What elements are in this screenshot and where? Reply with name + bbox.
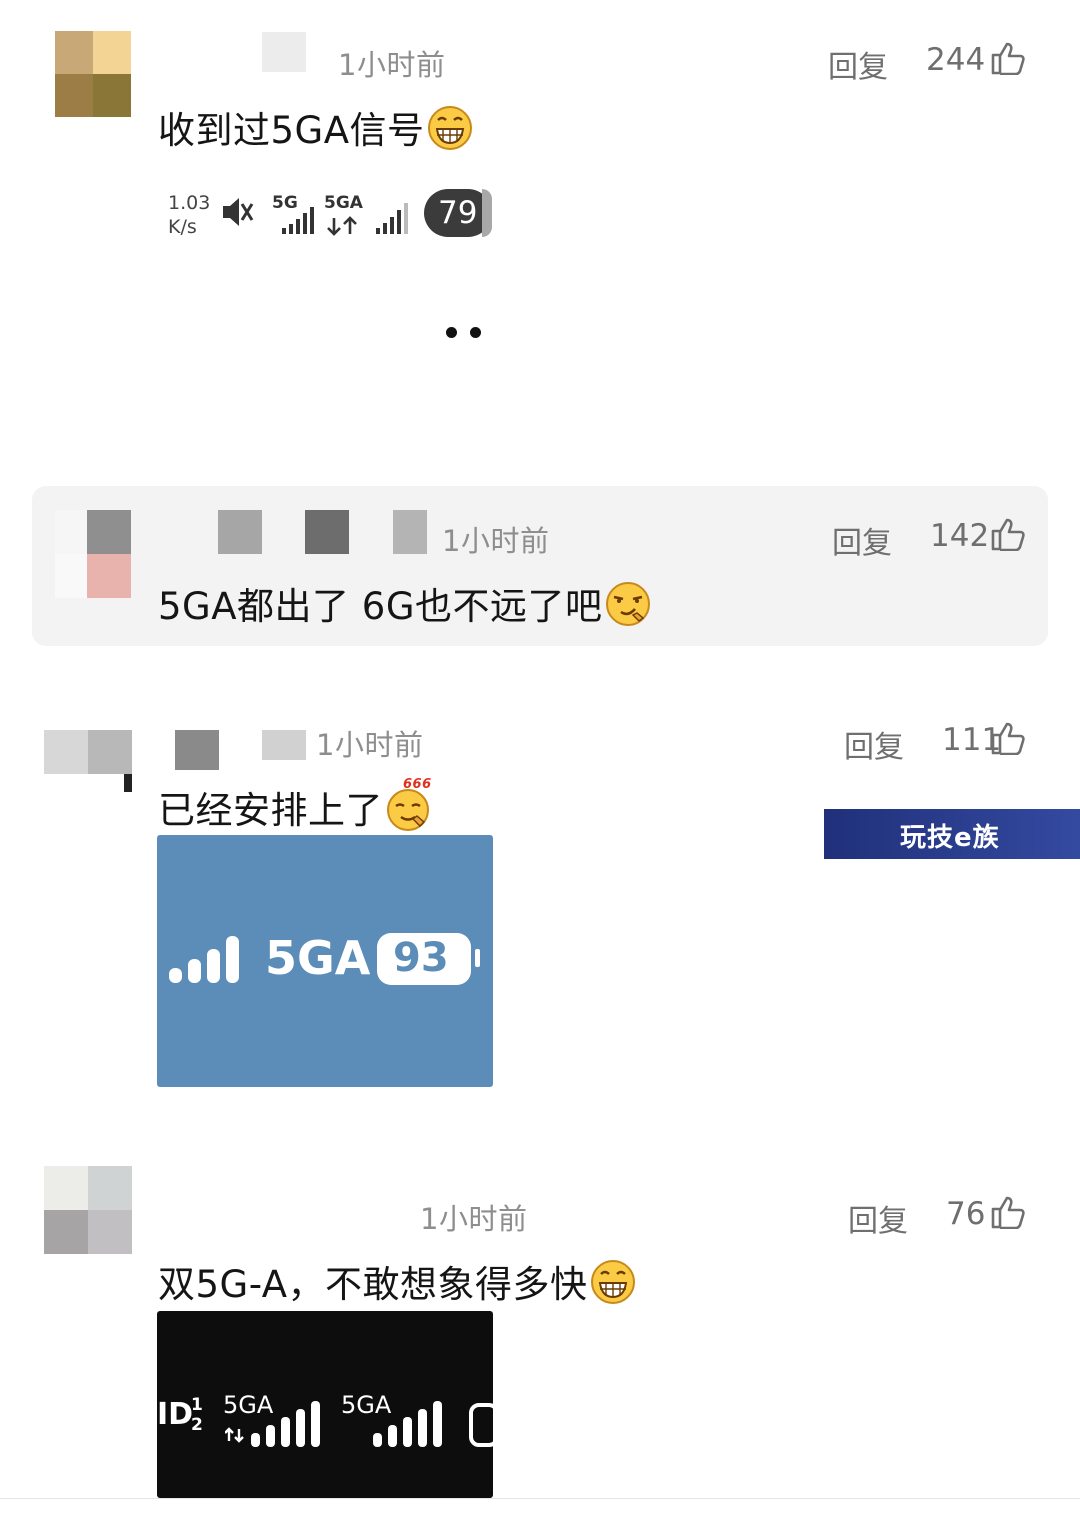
signal-bars-icon — [282, 207, 314, 234]
battery-indicator: 93 — [377, 933, 471, 985]
username-blurred[interactable] — [262, 32, 306, 72]
comment-text-content: 5GA都出了 6G也不远了吧 — [158, 585, 603, 628]
comment-text: 收到过5GA信号 — [158, 100, 473, 154]
signal-bars-icon — [169, 936, 239, 983]
signal-bars-icon — [225, 1401, 320, 1447]
comment-text-content: 收到过5GA信号 — [158, 109, 425, 152]
network-speed-unit: K/s — [168, 216, 197, 238]
bottom-divider — [0, 1498, 1080, 1499]
like-count: 244 — [926, 42, 986, 78]
comment-time: 1小时前 — [442, 524, 550, 558]
grin-emoji-icon — [427, 106, 472, 150]
username-blurred[interactable] — [305, 510, 349, 554]
reply-button[interactable]: 回复 — [828, 42, 888, 86]
username-blurred[interactable] — [218, 510, 262, 554]
thumbs-up-icon[interactable] — [990, 721, 1026, 755]
loading-dots — [446, 323, 494, 342]
comment-time: 1小时前 — [420, 1202, 528, 1236]
comment-text: 5GA都出了 6G也不远了吧 — [158, 576, 651, 630]
sim-id-label: ID — [157, 1397, 194, 1432]
battery-level: 93 — [393, 935, 449, 981]
reply-button[interactable]: 回复 — [848, 1196, 908, 1240]
emoji-666-text: 666 — [403, 777, 432, 792]
avatar[interactable] — [55, 31, 131, 117]
comment-time: 1小时前 — [338, 48, 446, 82]
data-arrows-icon — [327, 216, 357, 236]
comment-image[interactable]: ID 1 2 5GA 5GA — [157, 1311, 493, 1498]
thumbs-up-icon[interactable] — [990, 1195, 1026, 1229]
battery-indicator: 79 — [424, 189, 492, 237]
sim-2-label: 2 — [191, 1415, 203, 1435]
like-count: 142 — [930, 518, 990, 554]
avatar[interactable] — [44, 1166, 132, 1254]
like-count: 76 — [946, 1196, 986, 1232]
watermark-banner: 玩技e族 — [824, 809, 1080, 859]
battery-level: 79 — [438, 195, 478, 231]
network-label-2: 5GA — [324, 193, 363, 213]
666-emoji-icon: 666 — [385, 777, 433, 831]
battery-icon — [469, 1403, 493, 1447]
status-bar-image[interactable]: 1.03 K/s 5G 5GA 79 — [160, 180, 500, 244]
username-blurred[interactable] — [175, 730, 219, 770]
comment-text: 双5G-A，不敢想象得多快 — [158, 1254, 636, 1308]
network-label: 5GA — [265, 931, 371, 985]
reply-button[interactable]: 回复 — [832, 518, 892, 562]
comment-text-content: 双5G-A，不敢想象得多快 — [158, 1263, 588, 1306]
smirk-emoji-icon — [605, 582, 650, 626]
mute-icon — [223, 198, 254, 226]
signal-bars-icon — [376, 203, 408, 234]
comment-text: 已经安排上了 666 — [158, 777, 433, 834]
thumbs-up-icon[interactable] — [990, 517, 1026, 551]
comment-time: 1小时前 — [316, 728, 424, 762]
comment-image[interactable]: 5GA 93 — [157, 835, 493, 1087]
network-speed-value: 1.03 — [168, 192, 211, 214]
sim-1-label: 1 — [191, 1395, 203, 1415]
avatar[interactable] — [44, 730, 132, 816]
username-blurred[interactable] — [262, 730, 306, 760]
reply-button[interactable]: 回复 — [844, 722, 904, 766]
watermark-text: 玩技e族 — [900, 823, 1000, 853]
grin-emoji-icon — [590, 1260, 635, 1304]
signal-bars-icon — [373, 1401, 442, 1447]
avatar[interactable] — [55, 510, 131, 598]
comment-text-content: 已经安排上了 — [158, 789, 383, 832]
username-blurred[interactable] — [393, 510, 427, 554]
thumbs-up-icon[interactable] — [990, 41, 1026, 75]
